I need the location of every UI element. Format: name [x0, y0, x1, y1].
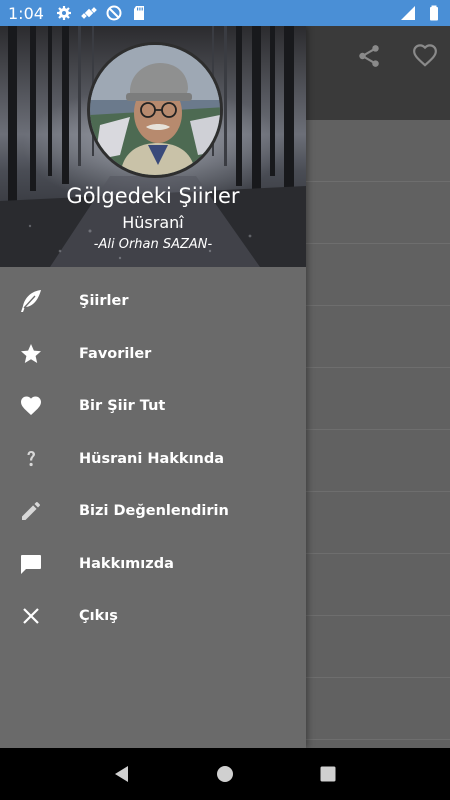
toolbar-actions — [356, 43, 438, 69]
pencil-icon — [18, 498, 44, 524]
status-icons-left — [56, 5, 147, 21]
feather-icon — [18, 288, 44, 314]
close-icon — [18, 603, 44, 629]
satellite-icon — [81, 7, 97, 19]
share-icon[interactable] — [356, 43, 382, 69]
battery-icon — [430, 5, 438, 21]
gear-icon — [56, 6, 71, 20]
menu-label: Bir Şiir Tut — [79, 398, 166, 415]
home-button[interactable] — [213, 762, 237, 786]
signal-icon — [401, 6, 415, 20]
navigation-drawer: Gölgedeki Şiirler Hüsranî -Ali Orhan SAZ… — [0, 26, 306, 748]
menu-item-bizi-degenlendirin[interactable]: Bizi Değenlendirin — [0, 485, 306, 538]
drawer-header: Gölgedeki Şiirler Hüsranî -Ali Orhan SAZ… — [0, 26, 306, 267]
sd-card-icon — [133, 6, 144, 20]
heart-outline-icon[interactable] — [412, 43, 438, 69]
menu-label: Çıkış — [79, 608, 118, 625]
system-nav-bar — [0, 748, 450, 800]
status-bar: 1:04 — [0, 0, 450, 26]
status-time: 1:04 — [8, 3, 44, 23]
menu-label: Favoriler — [79, 345, 152, 362]
back-button[interactable] — [110, 762, 134, 786]
status-icons-right — [400, 5, 442, 21]
menu-item-favoriler[interactable]: Favoriler — [0, 328, 306, 381]
drawer-menu: Şiirler Favoriler Bir Şiir Tut Hüsrani H… — [0, 275, 306, 643]
poet-portrait-image — [90, 45, 220, 175]
question-icon — [18, 446, 44, 472]
menu-label: Bizi Değenlendirin — [79, 503, 229, 520]
no-data-icon — [106, 5, 122, 21]
menu-item-husrani-hakkinda[interactable]: Hüsrani Hakkında — [0, 433, 306, 486]
drawer-title: Gölgedeki Şiirler — [66, 184, 240, 208]
drawer-subtitle: Hüsranî — [122, 213, 184, 232]
menu-item-cikis[interactable]: Çıkış — [0, 590, 306, 643]
back-icon — [114, 766, 128, 782]
menu-item-siirler[interactable]: Şiirler — [0, 275, 306, 328]
drawer-author: -Ali Orhan SAZAN- — [93, 237, 213, 252]
menu-label: Hüsrani Hakkında — [79, 450, 225, 467]
menu-label: Hakkımızda — [79, 555, 174, 572]
heart-icon — [18, 393, 44, 419]
home-icon — [216, 766, 233, 782]
menu-item-bir-siir-tut[interactable]: Bir Şiir Tut — [0, 380, 306, 433]
chat-icon — [18, 551, 44, 577]
menu-item-hakkimizda[interactable]: Hakkımızda — [0, 538, 306, 591]
star-icon — [18, 341, 44, 367]
menu-label: Şiirler — [79, 293, 129, 310]
recents-button[interactable] — [316, 762, 340, 786]
avatar — [87, 42, 223, 178]
recents-icon — [320, 766, 336, 782]
